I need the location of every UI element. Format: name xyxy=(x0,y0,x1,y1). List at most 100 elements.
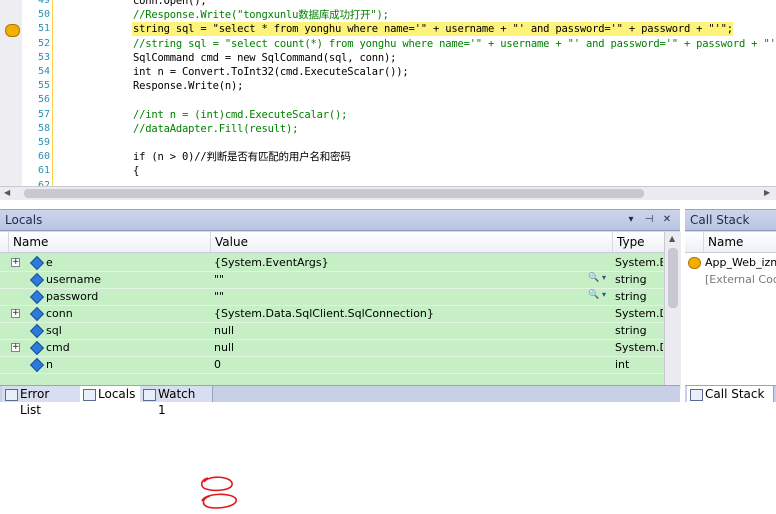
local-value[interactable]: null xyxy=(214,339,584,356)
window-position-icon[interactable]: ▾ xyxy=(624,213,638,227)
locals-row[interactable]: + cmd null System.D xyxy=(0,339,664,357)
scroll-right-icon[interactable]: ▶ xyxy=(764,188,770,197)
variable-icon xyxy=(29,340,45,356)
call-stack-panel: Call Stack Name App_Web_iznh [External C… xyxy=(685,209,776,402)
locals-row[interactable]: password "" 🔍 ▾ string xyxy=(0,288,664,306)
locals-icon xyxy=(83,389,96,401)
locals-scroll-thumb[interactable] xyxy=(668,248,678,308)
code-line[interactable]: { xyxy=(133,164,139,178)
line-number: 54 xyxy=(37,66,50,77)
local-name: conn xyxy=(46,307,73,320)
error-list-icon xyxy=(5,389,18,401)
locals-row[interactable]: username "" 🔍 ▾ string xyxy=(0,271,664,289)
call-stack-list: App_Web_iznh [External Code xyxy=(685,253,776,385)
variable-icon xyxy=(29,306,45,322)
local-type: System.D xyxy=(615,341,663,354)
watch-icon xyxy=(143,389,156,401)
current-frame-arrow-icon xyxy=(688,257,701,269)
current-code-line[interactable]: string sql = "select * from yonghu where… xyxy=(132,22,733,37)
locals-grid: + e {System.EventArgs} System.E username "" 🔍 ▾… xyxy=(0,253,664,389)
text-visualizer-icon[interactable]: 🔍 xyxy=(588,273,599,283)
outline-bar xyxy=(52,0,55,186)
local-type: int xyxy=(615,358,630,371)
pin-icon[interactable]: ⊣ xyxy=(642,213,656,227)
call-stack-header: Call Stack xyxy=(685,210,776,231)
line-number: 52 xyxy=(37,37,50,49)
line-number: 50 xyxy=(37,9,50,21)
line-number: 60 xyxy=(37,151,50,163)
current-statement-arrow-icon xyxy=(5,24,20,37)
call-stack-tab-bar: Call Stack xyxy=(685,385,776,402)
visualizer-dropdown-icon[interactable]: ▾ xyxy=(602,273,606,282)
locals-title: Locals xyxy=(5,213,43,227)
editor-horizontal-scrollbar[interactable]: ◀ ▶ xyxy=(0,186,776,200)
locals-row[interactable]: + conn {System.Data.SqlClient.SqlConnectio… xyxy=(0,305,664,323)
local-value[interactable]: 0 xyxy=(214,356,584,373)
line-number: 51 xyxy=(37,23,50,35)
line-number: 53 xyxy=(37,51,50,63)
local-type: System.E xyxy=(615,256,663,269)
local-value[interactable]: {System.EventArgs} xyxy=(214,254,584,271)
variable-icon xyxy=(29,323,45,339)
expand-icon[interactable]: + xyxy=(11,309,20,318)
column-name[interactable]: Name xyxy=(8,232,209,252)
local-name: password xyxy=(46,290,99,303)
code-line[interactable]: Response.Write(n); xyxy=(133,79,243,93)
close-icon[interactable]: ✕ xyxy=(660,213,674,227)
line-number: 58 xyxy=(37,122,50,134)
locals-header: Locals ▾ ⊣ ✕ xyxy=(0,210,680,231)
local-name: sql xyxy=(46,324,62,337)
visualizer-dropdown-icon[interactable]: ▾ xyxy=(602,290,606,299)
editor-scroll-thumb[interactable] xyxy=(24,189,644,198)
call-stack-title: Call Stack xyxy=(690,213,750,227)
code-line[interactable]: if (n > 0)//判断是否有匹配的用户名和密码 xyxy=(133,150,351,164)
locals-row[interactable]: + e {System.EventArgs} System.E xyxy=(0,254,664,272)
line-number-gutter: 495051525354555657585960616263 xyxy=(22,0,52,200)
column-value[interactable]: Value xyxy=(210,232,611,252)
local-type: System.D xyxy=(615,307,663,320)
local-value[interactable]: "" xyxy=(214,288,584,305)
locals-vertical-scrollbar[interactable]: ▲ xyxy=(664,232,681,389)
call-stack-frame[interactable]: App_Web_iznh xyxy=(685,254,776,271)
code-line[interactable]: //string sql = "select count(*) from yon… xyxy=(133,37,776,51)
locals-column-headers: Name Value Type xyxy=(0,232,664,253)
call-stack-frame[interactable]: [External Code xyxy=(685,271,776,288)
local-name: n xyxy=(46,358,53,371)
local-type: string xyxy=(615,290,647,303)
local-name: username xyxy=(46,273,101,286)
code-line[interactable]: int n = Convert.ToInt32(cmd.ExecuteScala… xyxy=(133,65,409,79)
variable-icon xyxy=(29,289,45,305)
text-visualizer-icon[interactable]: 🔍 xyxy=(588,290,599,300)
local-name: cmd xyxy=(46,341,70,354)
local-name: e xyxy=(46,256,53,269)
line-number: 56 xyxy=(37,94,50,106)
line-number: 55 xyxy=(37,80,50,92)
local-value[interactable]: "" xyxy=(214,271,584,288)
line-number: 59 xyxy=(37,137,50,148)
code-line[interactable]: //dataAdapter.Fill(result); xyxy=(133,122,298,136)
call-stack-column-headers: Name xyxy=(685,232,776,253)
locals-row[interactable]: sql null string xyxy=(0,322,664,340)
local-type: string xyxy=(615,273,647,286)
code-line[interactable]: //Response.Write("tongxunlu数据库成功打开"); xyxy=(133,8,389,22)
code-line[interactable]: conn.Open(); xyxy=(133,0,207,8)
line-number: 57 xyxy=(37,108,50,120)
locals-row[interactable]: n 0 int xyxy=(0,356,664,374)
breakpoint-margin[interactable] xyxy=(0,0,23,186)
call-stack-icon xyxy=(690,389,703,401)
line-number: 49 xyxy=(37,0,50,6)
expand-icon[interactable]: + xyxy=(11,258,20,267)
code-editor[interactable]: 495051525354555657585960616263 conn.Open… xyxy=(0,0,776,200)
call-stack-column-name[interactable]: Name xyxy=(703,232,776,252)
local-value[interactable]: null xyxy=(214,322,584,339)
code-line[interactable]: SqlCommand cmd = new SqlCommand(sql, con… xyxy=(133,51,396,65)
variable-icon xyxy=(29,357,45,373)
local-value[interactable]: {System.Data.SqlClient.SqlConnection} xyxy=(214,305,584,322)
scroll-up-icon[interactable]: ▲ xyxy=(669,234,675,243)
scroll-left-icon[interactable]: ◀ xyxy=(4,188,10,197)
expand-icon[interactable]: + xyxy=(11,343,20,352)
variable-icon xyxy=(29,255,45,271)
locals-panel: Locals ▾ ⊣ ✕ Name Value Type + e {System.E… xyxy=(0,209,681,509)
column-type[interactable]: Type xyxy=(612,232,665,252)
code-line[interactable]: //int n = (int)cmd.ExecuteScalar(); xyxy=(133,108,347,122)
